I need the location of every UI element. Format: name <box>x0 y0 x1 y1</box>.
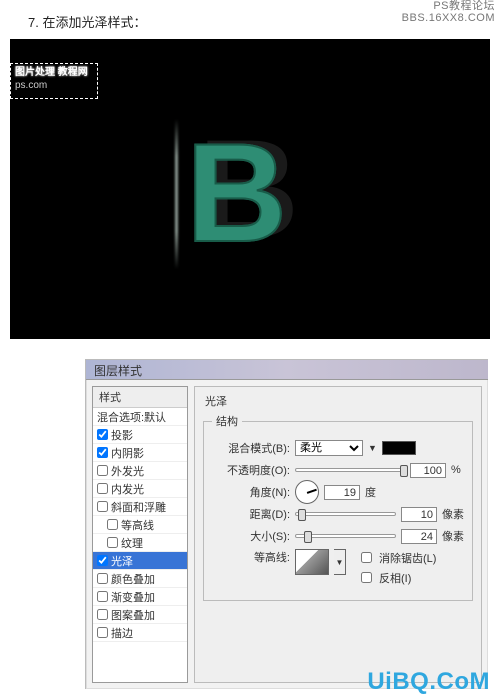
distance-slider[interactable] <box>295 512 396 516</box>
opacity-slider[interactable] <box>295 468 405 472</box>
canvas-watermark: 图片处理 教程网 ps.com <box>10 63 98 99</box>
style-item-5[interactable]: 斜面和浮雕 <box>93 498 187 516</box>
distance-row: 距离(D): 10 像素 <box>212 505 464 523</box>
highlight-streak <box>175 119 178 269</box>
angle-value[interactable]: 19 <box>324 485 360 500</box>
style-item-label: 纹理 <box>121 535 143 551</box>
style-item-label: 内阴影 <box>111 445 144 461</box>
style-checkbox[interactable] <box>97 609 108 620</box>
angle-label: 角度(N): <box>212 484 290 500</box>
invert-label: 反相(I) <box>379 570 411 586</box>
style-item-8[interactable]: 光泽 <box>93 552 187 570</box>
invert-option[interactable]: 反相(I) <box>357 569 436 586</box>
watermark-line2: BBS.16XX8.COM <box>402 12 495 24</box>
opacity-label: 不透明度(O): <box>212 462 290 478</box>
structure-group: 结构 混合模式(B): 柔光 ▼ 不透明度(O): 100 % 角度(N <box>203 413 473 601</box>
angle-dial[interactable] <box>295 480 319 504</box>
chevron-down-icon: ▼ <box>368 443 377 453</box>
style-checkbox[interactable] <box>107 519 118 530</box>
style-item-7[interactable]: 纹理 <box>93 534 187 552</box>
dialog-body: 样式 混合选项:默认投影内阴影外发光内发光斜面和浮雕等高线纹理光泽颜色叠加渐变叠… <box>86 380 488 689</box>
antialias-checkbox[interactable] <box>361 552 372 563</box>
contour-row: 等高线: ▼ 消除锯齿(L) 反相(I) <box>212 549 464 586</box>
style-item-label: 描边 <box>111 625 133 641</box>
style-item-label: 混合选项:默认 <box>97 409 166 425</box>
style-checkbox[interactable] <box>97 591 108 602</box>
panel-section-title: 光泽 <box>205 393 473 409</box>
opacity-row: 不透明度(O): 100 % <box>212 461 464 479</box>
distance-unit: 像素 <box>442 506 464 522</box>
style-item-label: 图案叠加 <box>111 607 155 623</box>
style-item-2[interactable]: 内阴影 <box>93 444 187 462</box>
style-item-label: 光泽 <box>111 553 133 569</box>
blend-color-swatch[interactable] <box>382 441 416 455</box>
preview-canvas: 图片处理 教程网 ps.com B B <box>10 39 490 339</box>
blend-mode-row: 混合模式(B): 柔光 ▼ <box>212 439 464 457</box>
style-item-10[interactable]: 渐变叠加 <box>93 588 187 606</box>
opacity-value[interactable]: 100 <box>410 463 446 478</box>
style-item-label: 等高线 <box>121 517 154 533</box>
style-checkbox[interactable] <box>97 555 108 566</box>
size-label: 大小(S): <box>212 528 290 544</box>
canvas-wm-line1: 图片处理 教程网 <box>15 66 93 79</box>
blend-mode-label: 混合模式(B): <box>212 440 290 456</box>
style-checkbox[interactable] <box>97 465 108 476</box>
size-value[interactable]: 24 <box>401 529 437 544</box>
distance-value[interactable]: 10 <box>401 507 437 522</box>
style-checkbox[interactable] <box>97 627 108 638</box>
angle-row: 角度(N): 19 度 <box>212 483 464 501</box>
distance-label: 距离(D): <box>212 506 290 522</box>
antialias-label: 消除锯齿(L) <box>379 550 436 566</box>
style-item-11[interactable]: 图案叠加 <box>93 606 187 624</box>
contour-picker[interactable] <box>295 549 329 575</box>
style-item-label: 渐变叠加 <box>111 589 155 605</box>
style-checkbox[interactable] <box>97 447 108 458</box>
style-item-3[interactable]: 外发光 <box>93 462 187 480</box>
style-item-6[interactable]: 等高线 <box>93 516 187 534</box>
layer-style-dialog: 图层样式 样式 混合选项:默认投影内阴影外发光内发光斜面和浮雕等高线纹理光泽颜色… <box>85 359 488 689</box>
dialog-title: 图层样式 <box>86 360 488 380</box>
style-checkbox[interactable] <box>97 501 108 512</box>
invert-checkbox[interactable] <box>361 572 372 583</box>
size-unit: 像素 <box>442 528 464 544</box>
angle-unit: 度 <box>365 484 376 500</box>
size-slider[interactable] <box>295 534 396 538</box>
style-checkbox[interactable] <box>97 483 108 494</box>
chevron-down-icon: ▼ <box>336 558 344 567</box>
satin-panel: 光泽 结构 混合模式(B): 柔光 ▼ 不透明度(O): 100 % <box>194 386 482 683</box>
style-item-label: 斜面和浮雕 <box>111 499 166 515</box>
style-item-0[interactable]: 混合选项:默认 <box>93 408 187 426</box>
letter-main: B <box>186 123 283 263</box>
style-item-label: 外发光 <box>111 463 144 479</box>
style-item-1[interactable]: 投影 <box>93 426 187 444</box>
canvas-wm-line2: ps.com <box>15 79 93 92</box>
antialias-option[interactable]: 消除锯齿(L) <box>357 549 436 566</box>
contour-dropdown[interactable]: ▼ <box>334 549 346 575</box>
opacity-unit: % <box>451 464 461 476</box>
style-item-label: 内发光 <box>111 481 144 497</box>
contour-label: 等高线: <box>212 549 290 565</box>
style-item-12[interactable]: 描边 <box>93 624 187 642</box>
style-list-header: 样式 <box>93 387 187 408</box>
structure-legend: 结构 <box>212 413 242 429</box>
style-checkbox[interactable] <box>97 573 108 584</box>
style-list: 样式 混合选项:默认投影内阴影外发光内发光斜面和浮雕等高线纹理光泽颜色叠加渐变叠… <box>92 386 188 683</box>
watermark-line1: PS教程论坛 <box>402 0 495 12</box>
style-checkbox[interactable] <box>107 537 118 548</box>
site-logo: UiBQ.CoM <box>367 668 490 696</box>
style-item-label: 颜色叠加 <box>111 571 155 587</box>
style-checkbox[interactable] <box>97 429 108 440</box>
style-item-label: 投影 <box>111 427 133 443</box>
blend-mode-select[interactable]: 柔光 <box>295 440 363 456</box>
style-item-4[interactable]: 内发光 <box>93 480 187 498</box>
style-item-9[interactable]: 颜色叠加 <box>93 570 187 588</box>
top-watermark: PS教程论坛 BBS.16XX8.COM <box>402 0 495 24</box>
size-row: 大小(S): 24 像素 <box>212 527 464 545</box>
